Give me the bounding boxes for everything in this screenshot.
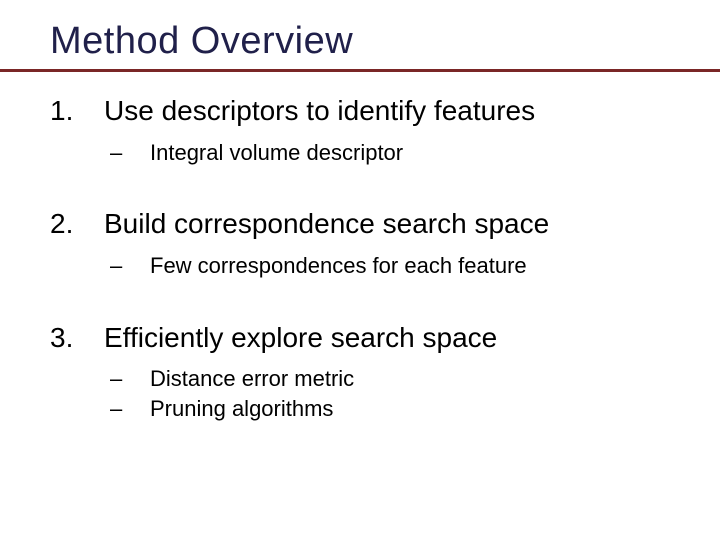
sub-list: – Distance error metric – Pruning algori… <box>50 364 690 423</box>
list-item: 3. Efficiently explore search space – Di… <box>50 321 690 424</box>
sub-list: – Integral volume descriptor <box>50 138 690 168</box>
item-text: Use descriptors to identify features <box>104 94 535 128</box>
sub-item: – Pruning algorithms <box>50 394 690 424</box>
item-line: 2. Build correspondence search space <box>50 207 690 241</box>
sub-list: – Few correspondences for each feature <box>50 251 690 281</box>
dash-icon: – <box>110 364 150 394</box>
item-number: 3. <box>50 321 104 355</box>
sub-text: Distance error metric <box>150 364 354 394</box>
slide: Method Overview 1. Use descriptors to id… <box>0 0 720 540</box>
sub-item: – Few correspondences for each feature <box>50 251 690 281</box>
dash-icon: – <box>110 394 150 424</box>
dash-icon: – <box>110 251 150 281</box>
item-number: 1. <box>50 94 104 128</box>
sub-text: Pruning algorithms <box>150 394 333 424</box>
list-item: 1. Use descriptors to identify features … <box>50 94 690 167</box>
sub-item: – Integral volume descriptor <box>50 138 690 168</box>
dash-icon: – <box>110 138 150 168</box>
item-line: 3. Efficiently explore search space <box>50 321 690 355</box>
sub-item: – Distance error metric <box>50 364 690 394</box>
main-list: 1. Use descriptors to identify features … <box>50 94 690 424</box>
item-text: Efficiently explore search space <box>104 321 497 355</box>
item-line: 1. Use descriptors to identify features <box>50 94 690 128</box>
title-rule <box>0 69 720 72</box>
slide-title: Method Overview <box>50 20 690 63</box>
list-item: 2. Build correspondence search space – F… <box>50 207 690 280</box>
sub-text: Few correspondences for each feature <box>150 251 527 281</box>
item-text: Build correspondence search space <box>104 207 549 241</box>
item-number: 2. <box>50 207 104 241</box>
sub-text: Integral volume descriptor <box>150 138 403 168</box>
